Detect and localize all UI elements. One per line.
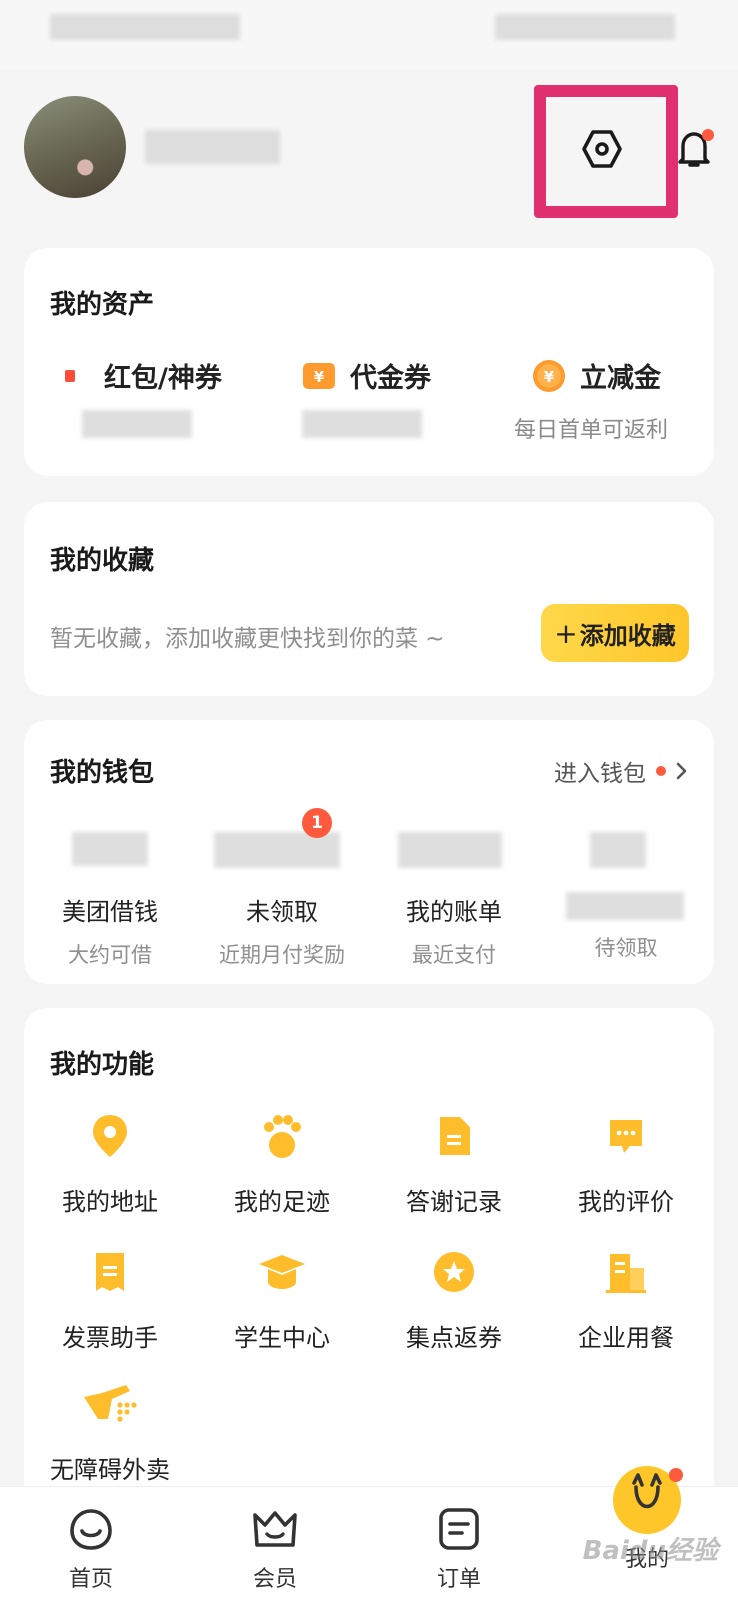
notification-button[interactable] [672,125,716,173]
accessibility-hand-icon [84,1385,137,1422]
watermark-text: Baidu经验 [582,1536,718,1566]
red-packet-icon [65,369,75,382]
settings-hexagon-icon [582,130,622,168]
discount-coin-icon: ¥ [533,359,565,392]
asset-red-packet[interactable]: 红包/神券 [64,356,222,395]
svg-text:¥: ¥ [314,368,325,386]
tab-label: 首页 [68,1567,113,1592]
graduation-cap-icon [259,1255,305,1289]
home-icon [70,1509,112,1550]
wallet-dot [656,766,666,776]
func-my-footprint[interactable]: 我的足迹 [196,1108,368,1217]
receipt-icon [96,1253,124,1291]
username-blurred[interactable] [145,130,280,164]
func-student-center[interactable]: 学生中心 [196,1244,368,1353]
assets-title: 我的资产 [50,290,155,320]
chevron-right-icon [676,762,687,780]
member-crown-icon [253,1511,297,1547]
avatar[interactable] [24,96,126,198]
wallet-value-blurred [398,832,502,868]
wallet-item-sub: 最近支付 [412,943,496,967]
tab-label: 订单 [436,1567,481,1592]
functions-card: 我的功能 我的地址 我的足迹 答谢记录 我的评价 发票助手 学生中心 集点返券 … [24,1008,714,1528]
voucher-icon: ¥ [303,362,335,389]
func-label: 集点返券 [406,1324,502,1352]
func-accessible-delivery[interactable]: 无障碍外卖 [24,1376,196,1485]
tab-orders[interactable]: 订单 [384,1487,534,1600]
wallet-item-label: 未领取 [246,898,318,926]
status-bar [0,0,738,70]
add-favorite-label: 添加收藏 [579,621,676,650]
asset-sub-blurred [82,410,192,438]
func-my-address[interactable]: 我的地址 [24,1108,196,1217]
func-enterprise-dining[interactable]: 企业用餐 [540,1244,712,1353]
star-coin-icon [434,1252,474,1292]
func-label: 我的足迹 [234,1188,330,1216]
carrier-info-blurred [50,14,240,40]
mine-mascot-icon [613,1466,683,1534]
asset-label: 立减金 [580,363,661,394]
profile-header [0,70,738,240]
func-label: 我的评价 [578,1188,674,1216]
func-label: 答谢记录 [406,1188,502,1216]
asset-label: 红包/神券 [104,363,222,394]
order-list-icon [439,1508,479,1550]
assets-card: 我的资产 红包/神券 ¥ 代金券 ¥ 立减金 每日首单可返利 [24,248,714,476]
enter-wallet-label: 进入钱包 [554,761,646,787]
asset-sub-blurred [302,410,422,438]
document-icon [440,1117,470,1155]
wallet-item-sub: 大约可借 [68,943,152,967]
plus-icon: + [554,616,578,650]
wallet-item-bill[interactable]: 我的账单 最近支付 [368,832,540,969]
favorites-title: 我的收藏 [50,546,155,576]
wallet-item-pending[interactable]: 待领取 [540,832,712,962]
func-label: 无障碍外卖 [50,1456,170,1484]
favorites-hint: 暂无收藏，添加收藏更快找到你的菜 ~ [50,626,445,652]
wallet-item-label: 我的账单 [406,898,502,926]
paw-print-icon [264,1115,301,1158]
tab-label: 会员 [252,1567,297,1592]
chat-bubble-icon [610,1120,642,1153]
building-icon [606,1254,646,1293]
wallet-value-blurred [590,832,646,868]
wallet-label-blurred [566,892,684,920]
enter-wallet-link[interactable]: 进入钱包 [554,754,688,788]
wallet-item-sub: 近期月付奖励 [219,943,345,967]
tab-member[interactable]: 会员 [200,1487,350,1600]
notification-dot [702,129,714,141]
asset-discount[interactable]: ¥ 立减金 [532,356,661,395]
wallet-value-blurred [72,832,148,866]
func-label: 我的地址 [62,1188,158,1216]
location-pin-icon [93,1115,127,1157]
func-my-reviews[interactable]: 我的评价 [540,1108,712,1217]
wallet-card: 我的钱包 进入钱包 美团借钱 大约可借 1 未领取 近期月付奖励 我的账单 最近… [24,720,714,984]
asset-label: 代金券 [350,363,431,394]
settings-button[interactable] [575,122,629,176]
add-favorite-button[interactable]: + 添加收藏 [541,604,689,662]
svg-text:¥: ¥ [544,368,555,386]
wallet-item-label: 美团借钱 [62,898,158,926]
tab-home[interactable]: 首页 [16,1487,166,1600]
func-points-coupon[interactable]: 集点返券 [368,1244,540,1353]
favorites-card: 我的收藏 暂无收藏，添加收藏更快找到你的菜 ~ + 添加收藏 [24,502,714,696]
func-label: 企业用餐 [578,1324,674,1352]
wallet-item-loan[interactable]: 美团借钱 大约可借 [24,832,196,969]
functions-title: 我的功能 [50,1050,155,1080]
wallet-title: 我的钱包 [50,758,155,788]
func-invoice-assistant[interactable]: 发票助手 [24,1244,196,1353]
wallet-item-unclaimed[interactable]: 1 未领取 近期月付奖励 [196,808,368,969]
wallet-item-sub: 待领取 [594,936,658,960]
unclaimed-badge: 1 [302,808,332,838]
func-thanks-record[interactable]: 答谢记录 [368,1108,540,1217]
asset-voucher[interactable]: ¥ 代金券 [302,356,431,395]
system-status-blurred [495,14,675,40]
func-label: 发票助手 [62,1324,158,1352]
asset-sub: 每日首单可返利 [514,418,669,443]
func-label: 学生中心 [234,1324,330,1352]
